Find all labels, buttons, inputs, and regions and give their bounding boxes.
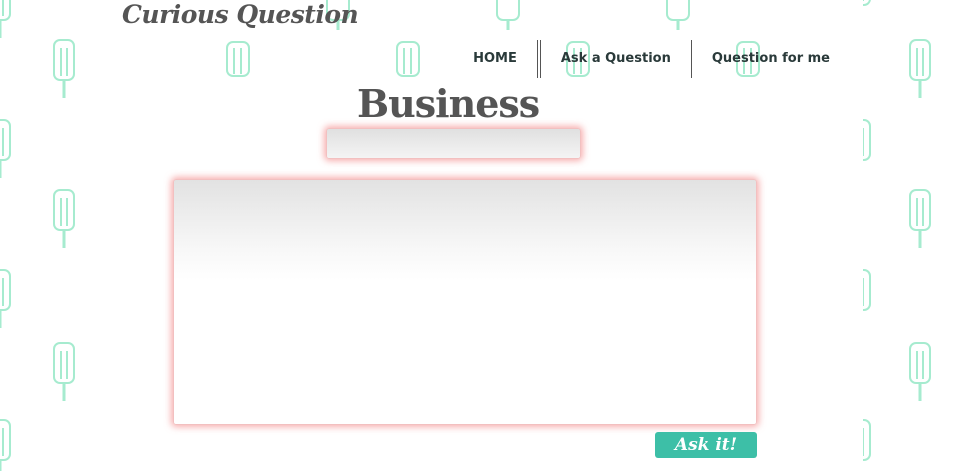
nav-question-for-me-link[interactable]: Question for me bbox=[692, 40, 850, 78]
nav-ask-question-link[interactable]: Ask a Question bbox=[541, 40, 691, 78]
main-nav: HOME Ask a Question Question for me bbox=[453, 40, 850, 78]
site-logo[interactable]: Curious Question bbox=[122, 0, 359, 30]
ask-it-button[interactable]: Ask it! bbox=[655, 432, 757, 458]
question-body-textarea[interactable] bbox=[173, 179, 757, 425]
page-title: Business bbox=[357, 81, 540, 126]
nav-home-link[interactable]: HOME bbox=[453, 40, 537, 78]
question-title-input[interactable] bbox=[326, 128, 581, 159]
